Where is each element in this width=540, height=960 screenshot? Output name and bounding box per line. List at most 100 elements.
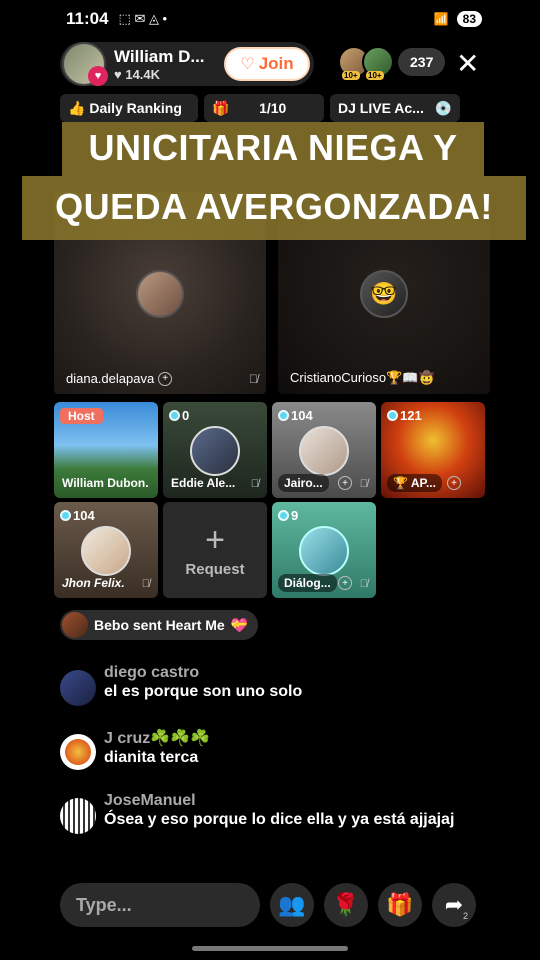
microphone-off-icon: 🎙̸	[249, 372, 258, 386]
guest-name: CristianoCurioso🏆📖🤠	[290, 370, 435, 386]
coin-icon	[278, 510, 289, 521]
guest-name: 🏆 AP...	[387, 474, 442, 492]
likes-count: 14.4K	[125, 66, 161, 82]
status-bar: 11:04 ⬚ ✉ ◬ • 📶 83	[0, 0, 540, 38]
guest-name: Jairo...	[278, 474, 329, 492]
comment-item: J cruz☘️☘️☘️ dianita terca	[60, 728, 480, 770]
host-likes: ♥ 14.4K	[114, 67, 205, 82]
coin-icon	[60, 510, 71, 521]
gift-box-icon: 🎁	[212, 99, 230, 116]
guest-avatar	[136, 270, 184, 318]
rank-badge: 10+	[366, 71, 384, 80]
host-info: William D... ♥ 14.4K	[114, 47, 205, 82]
dj-live-label: DJ LIVE Ac...	[338, 100, 424, 116]
close-icon[interactable]: ✕	[456, 50, 479, 78]
heart-plus-icon: ♡	[240, 56, 255, 73]
host-profile-pill[interactable]: ♥ William D... ♥ 14.4K ♡ Join	[60, 42, 314, 86]
goal-progress: 1/10	[259, 100, 287, 116]
gift-count: 121	[387, 408, 422, 423]
guest-tile-eddie[interactable]: 0 Eddie Ale... 🎙̸	[163, 402, 267, 498]
comment-username[interactable]: JoseManuel	[104, 792, 484, 810]
viewer-avatar[interactable]: 10+	[362, 46, 394, 80]
status-right: 📶 83	[434, 11, 482, 27]
battery-indicator: 83	[456, 11, 482, 27]
guest-avatar	[81, 526, 131, 576]
share-arrow-icon: ➦	[444, 892, 464, 917]
microphone-off-icon: 🎙̸	[359, 578, 368, 590]
rank-badge: 10+	[342, 71, 360, 80]
daily-ranking-label: Daily Ranking	[89, 100, 182, 116]
viewer-count[interactable]: 237	[398, 48, 446, 76]
trophy-icon: 🏆	[393, 476, 411, 490]
guest-name: Diálog...	[278, 574, 337, 592]
guest-avatar: 🤓	[360, 270, 408, 318]
gift-count-value: 0	[182, 408, 190, 423]
follow-plus-icon[interactable]: +	[447, 476, 461, 490]
guest-name-text: CristianoCurioso🏆📖🤠	[290, 370, 435, 385]
info-row: 👍 Daily Ranking 🎁 1/10 DJ LIVE Ac... 💿	[60, 94, 480, 122]
notification-icons: ⬚ ✉ ◬ •	[118, 11, 168, 26]
commenter-avatar[interactable]	[60, 670, 96, 706]
join-button[interactable]: ♡ Join	[224, 47, 310, 81]
sender-avatar	[62, 612, 88, 638]
guest-avatar	[299, 426, 349, 476]
heart-icon: ♥	[114, 66, 126, 82]
dj-live-chip[interactable]: DJ LIVE Ac... 💿	[330, 94, 460, 122]
microphone-off-icon: 🎙̸	[141, 578, 150, 590]
comment-input[interactable]	[60, 883, 260, 927]
request-label: Request	[185, 560, 245, 578]
top-viewers[interactable]: 10+ 10+ 237	[338, 46, 446, 80]
guest-tile-dialogo[interactable]: 9 Diálog... + 🎙̸	[272, 502, 376, 598]
daily-ranking-chip[interactable]: 👍 Daily Ranking	[60, 94, 198, 122]
goal-chip[interactable]: 🎁 1/10	[204, 94, 324, 122]
request-button[interactable]: + Request	[163, 502, 267, 598]
guest-name: diana.delapava +	[66, 371, 173, 386]
status-time: 11:04	[66, 9, 109, 28]
guest-tile-jhon[interactable]: 104 Jhon Felix. 🎙̸	[54, 502, 158, 598]
follow-plus-icon[interactable]: +	[338, 476, 352, 490]
host-badge-icon: ♥	[88, 66, 108, 86]
comment-text: el es porque son uno solo	[104, 683, 303, 700]
rose-icon: 🌹	[332, 892, 360, 917]
guest-name-text: AP...	[410, 476, 436, 490]
commenter-avatar[interactable]	[60, 734, 96, 770]
comment-item: diego castro el es porque son uno solo	[60, 664, 480, 706]
multi-guest-button[interactable]: 👥	[270, 883, 314, 927]
coin-icon	[278, 410, 289, 421]
host-tile-william[interactable]: Host William Dubon.	[54, 402, 158, 498]
guest-avatar	[299, 526, 349, 576]
gift-text: Bebo sent Heart Me	[94, 617, 225, 633]
gift-notification: Bebo sent Heart Me 💝	[60, 610, 259, 640]
rose-gift-button[interactable]: 🌹	[324, 883, 368, 927]
comment-username[interactable]: J cruz☘️☘️☘️	[104, 728, 210, 748]
vinyl-icon: 💿	[434, 99, 452, 116]
gift-count: 104	[60, 508, 95, 523]
gift-count-value: 121	[400, 408, 422, 423]
comment-text: Ósea y eso porque lo dice ella y ya está…	[104, 811, 455, 828]
guest-name: Eddie Ale...	[171, 476, 236, 490]
plus-icon: +	[205, 520, 225, 559]
gift-button[interactable]: 🎁	[378, 883, 422, 927]
coin-icon	[387, 410, 398, 421]
share-count: 2	[462, 911, 468, 921]
follow-plus-icon[interactable]: +	[158, 371, 173, 386]
thumbs-up-icon: 👍	[68, 99, 90, 116]
bottom-bar: 👥 🌹 🎁 ➦ 2	[60, 882, 480, 928]
commenter-avatar[interactable]	[60, 798, 96, 834]
guest-avatar	[190, 426, 240, 476]
guest-tile-jairo[interactable]: 104 Jairo... + 🎙̸	[272, 402, 376, 498]
host-avatar[interactable]: ♥	[62, 42, 108, 86]
share-button[interactable]: ➦ 2	[432, 883, 476, 927]
heart-gift-icon: 💝	[230, 616, 249, 633]
guest-tile-ap[interactable]: 121 🏆 AP... +	[381, 402, 485, 498]
host-name: William D...	[114, 46, 205, 66]
signal-icon: 📶	[433, 12, 449, 26]
follow-plus-icon[interactable]: +	[338, 576, 352, 590]
comment-text: dianita terca	[104, 749, 199, 766]
gift-count: 9	[278, 508, 298, 523]
coin-icon	[169, 410, 180, 421]
guest-name-text: diana.delapava	[66, 371, 155, 386]
microphone-off-icon: 🎙̸	[359, 478, 368, 490]
home-indicator[interactable]	[192, 946, 348, 951]
comment-username[interactable]: diego castro	[104, 664, 302, 682]
